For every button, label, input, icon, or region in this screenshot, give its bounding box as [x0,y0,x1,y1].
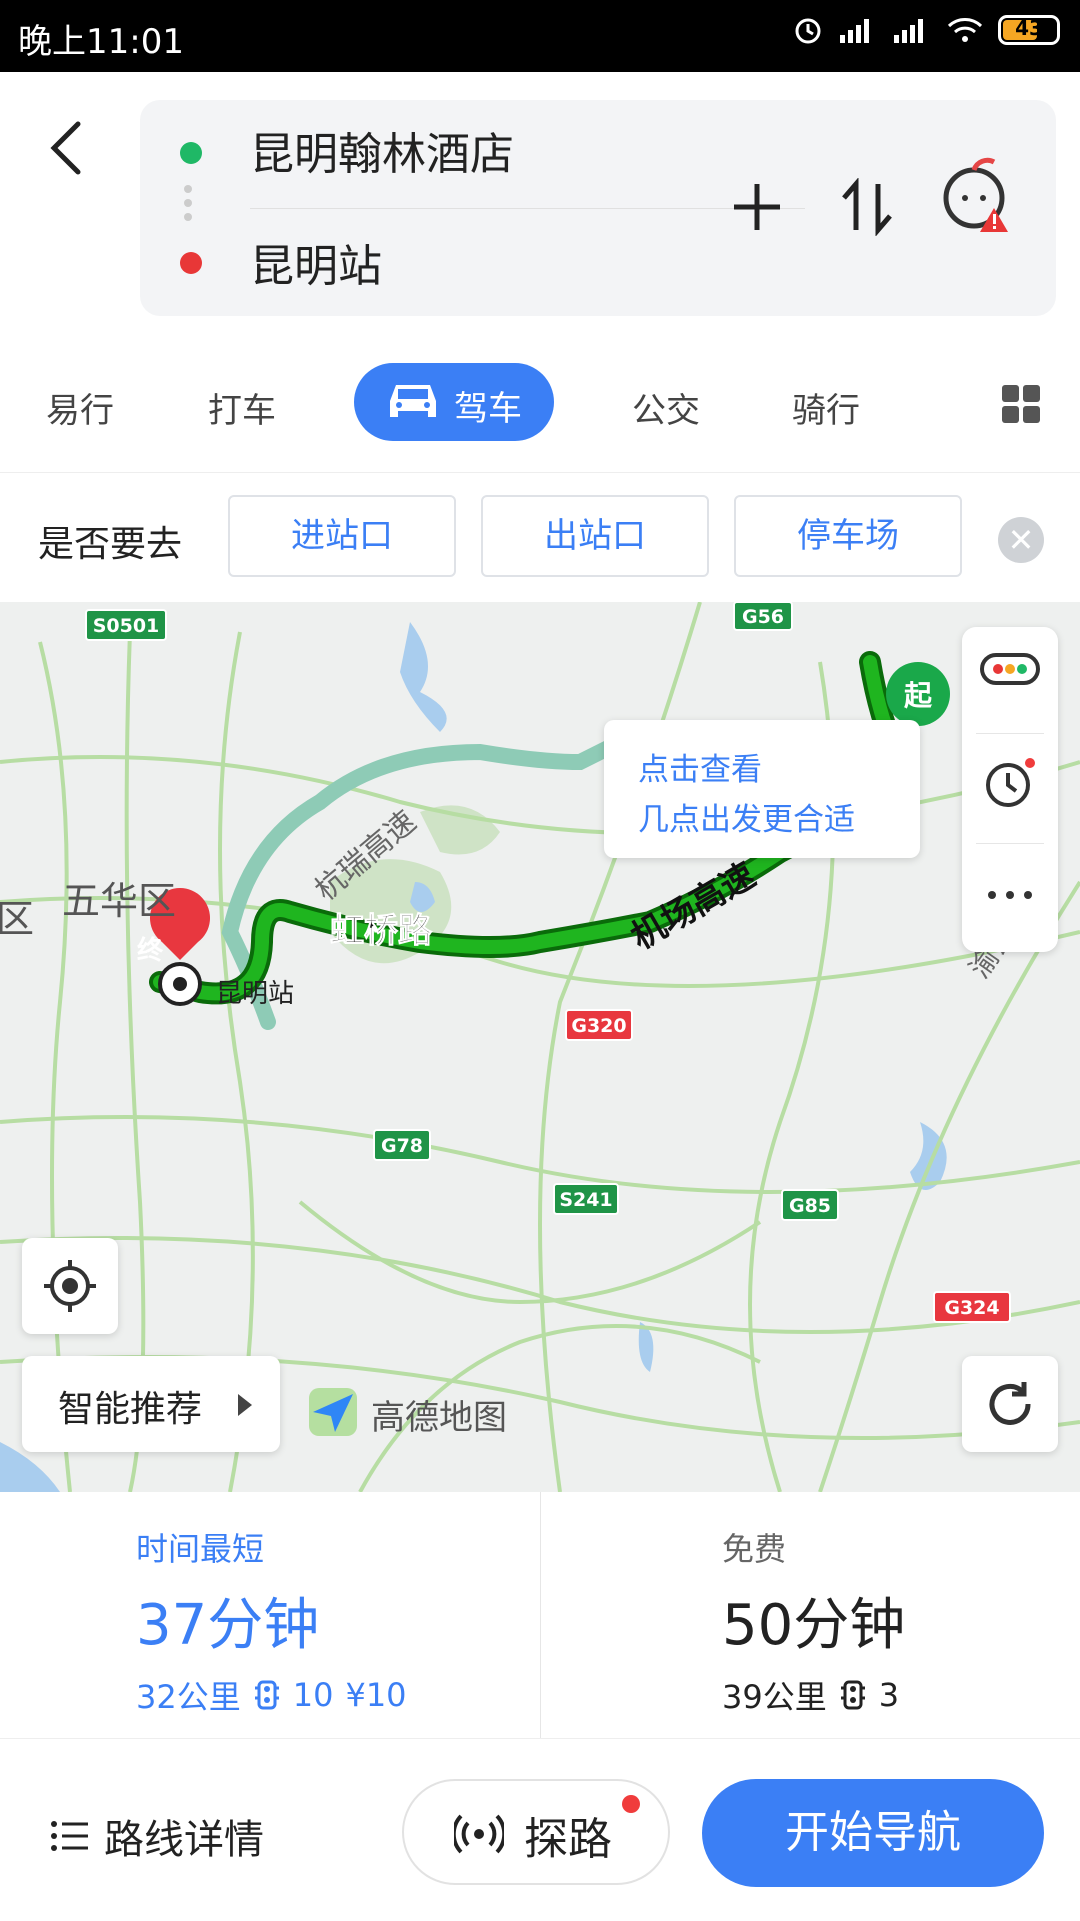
more-modes-grid-icon[interactable] [1000,383,1042,425]
entrance-chip[interactable]: 进站口 [228,495,456,577]
shield-g56: G56 [742,606,784,628]
origin-field[interactable]: 昆明翰林酒店 [250,118,514,182]
plan-fastest[interactable]: 时间最短 37分钟 32公里 10 ¥10 [0,1492,540,1738]
shield-g78: G78 [381,1135,423,1157]
swap-icon[interactable] [840,178,894,236]
map-controls [962,627,1058,952]
mode-tabs: 易行 打车 驾车 公交 骑行 [0,355,1080,455]
shield-s0501: S0501 [93,615,160,637]
status-icons: 43 [792,14,1060,46]
tab-taxi[interactable]: 打车 [208,383,276,432]
amap-logo-text: 高德地图 [371,1398,507,1438]
amap-logo-icon [309,1388,357,1436]
plan-free-lights: 3 [878,1676,900,1714]
explore-button[interactable]: 探路 [402,1779,670,1885]
refresh-button[interactable] [962,1356,1058,1452]
amap-logo: 高德地图 [305,1384,507,1444]
plan-fastest-distance: 32公里 [136,1678,241,1716]
back-arrow-icon[interactable] [46,118,86,178]
road-label-hongqiao: 虹桥路 [330,911,433,951]
destination-question: 是否要去 [38,524,183,565]
plan-free-duration: 50分钟 [722,1593,906,1658]
district-partial-label: 区 [0,897,34,941]
status-bar: 晚上11:01 43 [0,0,1080,72]
callout-line2: 几点出发更合适 [638,802,855,838]
smart-recommend-label: 智能推荐 [58,1389,203,1430]
close-options-icon[interactable]: ✕ [998,517,1044,563]
battery-icon: 43 [998,15,1060,45]
end-station-label: 昆明站 [216,979,294,1009]
district-label: 五华区 [62,879,176,923]
tab-transit[interactable]: 公交 [632,383,700,432]
bottom-action-bar: 路线详情 探路 开始导航 [0,1738,1080,1921]
list-icon [51,1821,88,1851]
route-details-button[interactable]: 路线详情 [50,1807,264,1865]
divider [976,843,1044,844]
shield-g320: G320 [571,1015,626,1037]
alarm-icon [795,18,821,44]
traffic-light-count-icon [254,1680,279,1710]
tab-easy-trip[interactable]: 易行 [46,383,114,432]
route-details-label: 路线详情 [104,1817,264,1863]
more-icon[interactable] [986,889,1034,901]
traffic-light-icon[interactable] [980,653,1040,685]
shield-g324: G324 [944,1297,999,1319]
signal-icon [894,19,923,43]
destination-options-bar: 是否要去 进站口 出站口 停车场 ✕ [0,472,1080,603]
tab-bike[interactable]: 骑行 [792,383,860,432]
locate-icon [44,1260,96,1312]
battery-level: 43 [1015,16,1043,40]
plan-fastest-label: 时间最短 [136,1530,265,1568]
destination-dot [180,252,202,274]
traffic-warning-icon[interactable] [938,156,1018,236]
broadcast-icon [454,1814,504,1854]
exit-chip[interactable]: 出站口 [481,495,709,577]
signal-icon [840,19,869,43]
tab-drive[interactable]: 驾车 [354,363,554,441]
start-marker-text: 起 [904,679,933,712]
plan-fastest-details: 32公里 10 ¥10 [136,1672,407,1718]
plan-fastest-lights: 10 [292,1676,334,1714]
destination-field[interactable]: 昆明站 [250,230,382,294]
tab-drive-label: 驾车 [454,389,522,429]
play-arrow-icon [238,1394,252,1416]
wifi-icon [947,18,983,42]
divider [250,208,805,209]
car-icon [390,385,436,417]
callout-line1: 点击查看 [638,752,762,788]
departure-suggestion-callout[interactable]: 点击查看 几点出发更合适 [604,720,920,858]
plan-fastest-duration: 37分钟 [136,1593,320,1658]
end-marker-text: 终 [137,935,164,966]
plan-free-details: 39公里 3 [722,1672,899,1718]
shield-s241: S241 [559,1189,612,1211]
smart-recommend-button[interactable]: 智能推荐 [22,1356,280,1452]
explore-label: 探路 [524,1814,612,1865]
plans-divider [540,1492,541,1738]
start-navigation-button[interactable]: 开始导航 [702,1779,1044,1887]
refresh-icon [989,1382,1031,1425]
origin-dot [180,142,202,164]
parking-chip[interactable]: 停车场 [734,495,962,577]
add-waypoint-icon[interactable] [730,180,784,234]
shield-g85: G85 [789,1195,831,1217]
locate-button[interactable] [22,1238,118,1334]
plan-free-distance: 39公里 [722,1678,827,1716]
plan-free[interactable]: 免费 50分钟 39公里 3 [540,1492,1080,1738]
route-input-box: 昆明翰林酒店 昆明站 [140,100,1056,316]
status-time: 晚上11:01 [18,22,184,62]
plan-free-label: 免费 [722,1530,787,1568]
divider [976,733,1044,734]
route-connector [184,185,192,227]
departure-time-icon[interactable] [982,755,1038,811]
traffic-light-count-icon [840,1680,865,1710]
plan-fastest-toll: ¥10 [345,1676,407,1714]
notification-dot [622,1795,640,1813]
